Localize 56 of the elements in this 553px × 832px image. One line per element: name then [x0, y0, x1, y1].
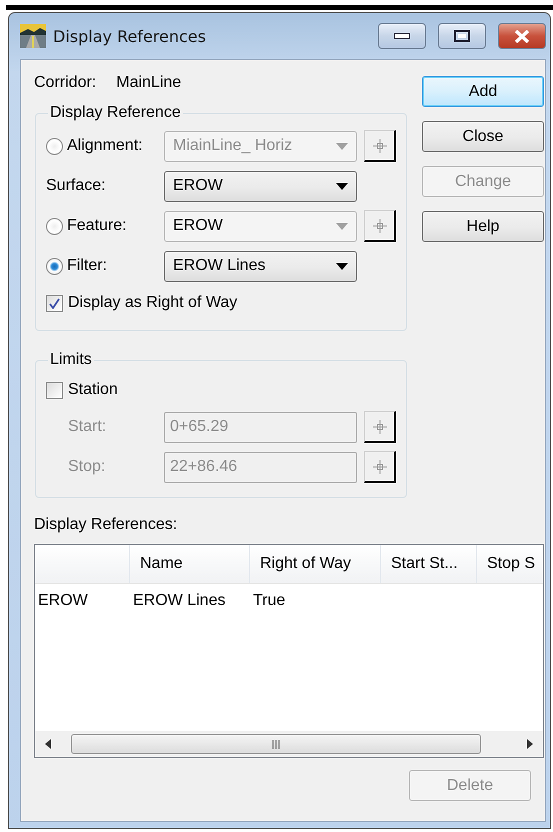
dialog-button[interactable]: Close [422, 121, 544, 152]
window-title: Display References [53, 26, 207, 46]
dropdown-arrow-icon [336, 262, 348, 270]
dropdown-arrow-icon [336, 222, 348, 230]
pick-button[interactable] [364, 411, 396, 443]
scrollbar-thumb[interactable] [71, 734, 481, 754]
radio-label: Alignment: [67, 137, 143, 155]
pick-button[interactable] [364, 451, 396, 483]
radio-button[interactable] [46, 218, 63, 234]
dropdown[interactable]: EROW [164, 170, 357, 202]
group-title: Limits [49, 351, 93, 369]
crosshair-icon [372, 460, 386, 474]
crosshair-icon [372, 138, 386, 152]
table-cell-text: EROW [37, 592, 89, 610]
column-header[interactable]: Right of Way [250, 545, 381, 583]
field-label: Stop: [68, 458, 106, 476]
checkbox[interactable] [46, 294, 63, 312]
corridor-value: MainLine [116, 74, 182, 93]
checkbox-label: Station [68, 381, 118, 399]
corridor-label: Corridor: [34, 74, 96, 93]
check-icon [49, 298, 60, 308]
horizontal-scrollbar[interactable] [35, 731, 543, 757]
radio-button[interactable] [46, 258, 63, 274]
maximize-icon [454, 30, 470, 42]
column-header[interactable]: Stop S [477, 545, 543, 583]
checkbox-label: Display as Right of Way [68, 294, 238, 312]
scroll-right-icon [525, 739, 533, 749]
radio-button[interactable] [46, 138, 63, 154]
dropdown[interactable]: EROW Lines [164, 250, 357, 282]
road-icon [20, 24, 46, 48]
grip-icon [272, 740, 280, 748]
table-cell-text: EROW Lines [132, 592, 226, 610]
crosshair-icon [372, 420, 386, 434]
minimize-icon [394, 33, 410, 39]
pick-button[interactable] [364, 210, 396, 242]
checkbox[interactable] [46, 382, 63, 398]
dialog-button[interactable]: Add [422, 76, 544, 107]
dropdown-arrow-icon [336, 182, 348, 190]
pick-button[interactable] [364, 130, 396, 162]
table-cell-text: True [252, 592, 286, 610]
close-icon [514, 30, 530, 42]
list-label: Display References: [34, 516, 178, 534]
group-title: Display Reference [49, 104, 182, 122]
scroll-left-icon [45, 739, 53, 749]
column-header[interactable]: Name [130, 545, 250, 583]
radio-label: Feature: [67, 217, 127, 235]
crosshair-icon [372, 218, 386, 232]
maximize-button[interactable] [438, 23, 486, 49]
field-label: Surface: [46, 177, 106, 195]
minimize-button[interactable] [378, 23, 426, 49]
dropdown-arrow-icon [336, 142, 348, 150]
close-button[interactable] [498, 23, 546, 49]
column-header[interactable]: Start St... [381, 545, 477, 583]
field-label: Start: [68, 418, 106, 436]
radio-label: Filter: [67, 257, 107, 275]
dialog-button[interactable]: Help [422, 211, 544, 242]
